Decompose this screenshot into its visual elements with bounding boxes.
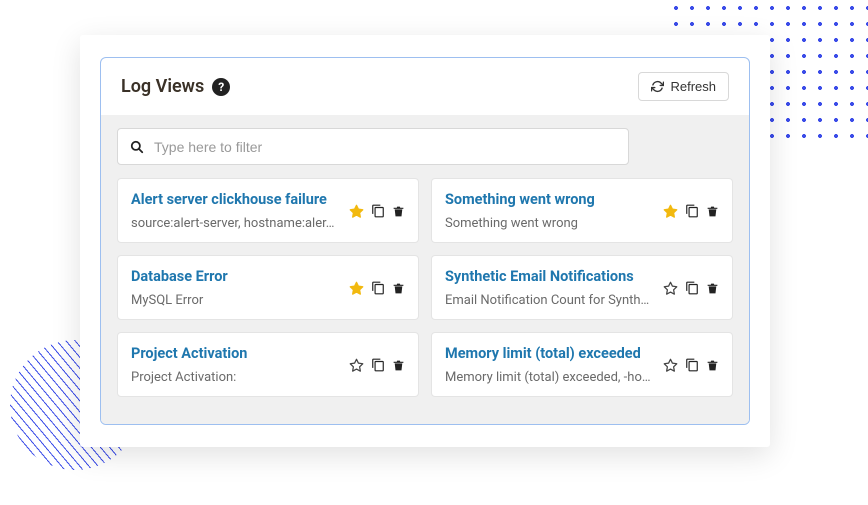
filter-input[interactable] — [154, 139, 616, 155]
view-desc: MySQL Error — [131, 293, 343, 308]
view-desc: Memory limit (total) exceeded, -ho… — [445, 370, 657, 385]
copy-icon[interactable] — [685, 204, 699, 218]
card-text: Something went wrong Something went wron… — [445, 191, 657, 231]
card-actions — [663, 191, 719, 231]
card-actions — [663, 268, 719, 308]
content-area: Alert server clickhouse failure source:a… — [101, 115, 749, 425]
view-desc: Something went wrong — [445, 216, 657, 231]
log-views-panel: Log Views ? Refresh Alert server clickho… — [100, 57, 750, 425]
view-card[interactable]: Synthetic Email Notifications Email Noti… — [431, 255, 733, 320]
copy-icon[interactable] — [371, 358, 385, 372]
card-actions — [349, 268, 405, 308]
outer-card: Log Views ? Refresh Alert server clickho… — [80, 35, 770, 447]
view-title[interactable]: Project Activation — [131, 345, 343, 362]
help-icon[interactable]: ? — [212, 78, 230, 96]
copy-icon[interactable] — [685, 358, 699, 372]
view-desc: Project Activation: — [131, 370, 343, 385]
card-text: Project Activation Project Activation: — [131, 345, 343, 385]
view-title[interactable]: Database Error — [131, 268, 343, 285]
panel-header: Log Views ? Refresh — [101, 58, 749, 115]
filter-input-wrap[interactable] — [117, 128, 629, 165]
view-card[interactable]: Alert server clickhouse failure source:a… — [117, 178, 419, 243]
panel-title-wrap: Log Views ? — [121, 76, 230, 97]
star-icon[interactable] — [663, 204, 678, 219]
trash-icon[interactable] — [706, 358, 719, 372]
view-card[interactable]: Project Activation Project Activation: — [117, 332, 419, 397]
refresh-button[interactable]: Refresh — [638, 72, 729, 101]
page-title: Log Views — [121, 76, 204, 97]
trash-icon[interactable] — [392, 204, 405, 218]
trash-icon[interactable] — [706, 204, 719, 218]
card-actions — [349, 191, 405, 231]
star-icon[interactable] — [349, 204, 364, 219]
search-icon — [130, 140, 144, 154]
card-text: Database Error MySQL Error — [131, 268, 343, 308]
star-icon[interactable] — [349, 358, 364, 373]
copy-icon[interactable] — [371, 204, 385, 218]
refresh-icon — [651, 80, 664, 93]
view-desc: Email Notification Count for Synth… — [445, 293, 657, 308]
card-actions — [349, 345, 405, 385]
view-card[interactable]: Database Error MySQL Error — [117, 255, 419, 320]
view-title[interactable]: Alert server clickhouse failure — [131, 191, 343, 208]
star-icon[interactable] — [349, 281, 364, 296]
card-text: Alert server clickhouse failure source:a… — [131, 191, 343, 231]
trash-icon[interactable] — [392, 281, 405, 295]
view-desc: source:alert-server, hostname:aler… — [131, 216, 343, 231]
view-card[interactable]: Something went wrong Something went wron… — [431, 178, 733, 243]
trash-icon[interactable] — [706, 281, 719, 295]
view-card[interactable]: Memory limit (total) exceeded Memory lim… — [431, 332, 733, 397]
star-icon[interactable] — [663, 281, 678, 296]
card-actions — [663, 345, 719, 385]
copy-icon[interactable] — [685, 281, 699, 295]
card-text: Memory limit (total) exceeded Memory lim… — [445, 345, 657, 385]
refresh-label: Refresh — [670, 79, 716, 94]
card-text: Synthetic Email Notifications Email Noti… — [445, 268, 657, 308]
view-title[interactable]: Synthetic Email Notifications — [445, 268, 657, 285]
views-grid: Alert server clickhouse failure source:a… — [117, 178, 733, 397]
star-icon[interactable] — [663, 358, 678, 373]
view-title[interactable]: Something went wrong — [445, 191, 657, 208]
trash-icon[interactable] — [392, 358, 405, 372]
view-title[interactable]: Memory limit (total) exceeded — [445, 345, 657, 362]
copy-icon[interactable] — [371, 281, 385, 295]
